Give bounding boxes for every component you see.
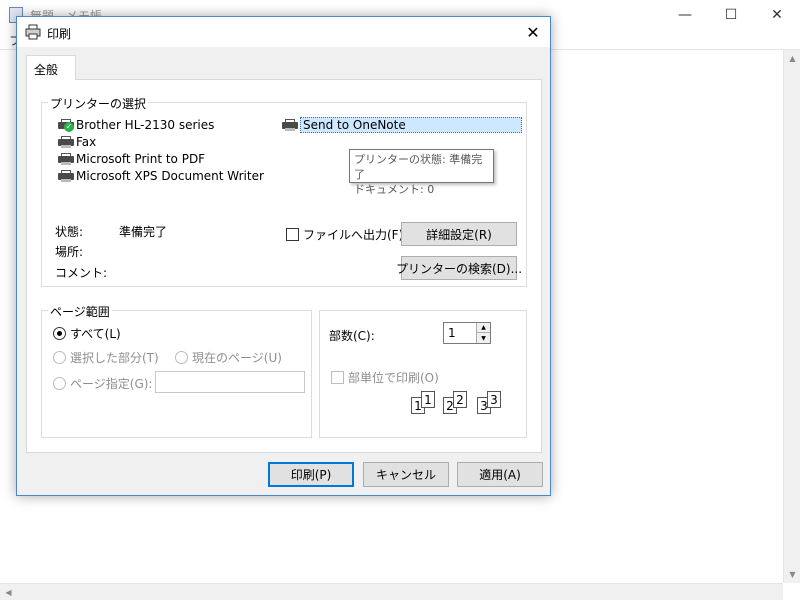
copies-label: 部数(C):	[329, 329, 375, 343]
horizontal-scrollbar[interactable]: ◀	[0, 583, 783, 600]
close-icon[interactable]: ✕	[754, 0, 800, 30]
printer-name: Brother HL-2130 series	[76, 118, 215, 132]
range-current-label: 現在のページ(U)	[192, 351, 282, 365]
minimize-icon[interactable]: —	[662, 0, 708, 30]
collate-checkbox[interactable]: 部単位で印刷(O)	[331, 369, 439, 386]
scroll-up-icon[interactable]: ▲	[784, 50, 800, 67]
printer-item-xps[interactable]: Microsoft XPS Document Writer	[58, 168, 264, 184]
close-icon[interactable]: ✕	[516, 17, 550, 47]
print-to-file-checkbox[interactable]: ファイルへ出力(F)	[286, 226, 403, 243]
radio-dot[interactable]	[175, 351, 188, 364]
printer-name: Send to OneNote	[300, 117, 522, 133]
page-icon: 2	[453, 391, 467, 408]
radio-dot[interactable]	[53, 377, 66, 390]
comment-label: コメント:	[55, 266, 108, 280]
scroll-down-icon[interactable]: ▼	[784, 566, 800, 583]
printer-name: Microsoft Print to PDF	[76, 152, 206, 166]
printer-item-brother[interactable]: ✓ Brother HL-2130 series	[58, 117, 214, 133]
range-selection-label: 選択した部分(T)	[70, 351, 159, 365]
printer-icon	[58, 153, 74, 165]
range-all-label: すべて(L)	[70, 327, 121, 341]
copies-value: 1	[448, 326, 456, 340]
printer-item-fax[interactable]: Fax	[58, 134, 96, 150]
printer-item-onenote[interactable]: Send to OneNote	[282, 117, 522, 133]
printer-icon	[58, 170, 74, 182]
fax-icon	[58, 136, 74, 148]
page-icon: 1	[421, 391, 435, 408]
range-selection-radio[interactable]: 選択した部分(T)	[53, 349, 159, 366]
printer-name: Fax	[76, 135, 97, 149]
tooltip-line: プリンターの状態: 準備完了	[354, 153, 483, 181]
tooltip-line: ドキュメント: 0	[354, 183, 435, 196]
scroll-left-icon[interactable]: ◀	[0, 584, 17, 601]
vertical-scrollbar[interactable]: ▲ ▼	[783, 50, 800, 583]
print-button[interactable]: 印刷(P)	[268, 462, 354, 487]
dialog-title: 印刷	[47, 27, 72, 41]
checkbox-box[interactable]	[286, 228, 299, 241]
print-dialog: 印刷 ✕ 全般 プリンターの選択 ✓ Brother HL-2130 serie…	[16, 16, 551, 496]
spin-down-icon[interactable]: ▼	[476, 333, 490, 343]
copies-spinner[interactable]: 1 ▲ ▼	[443, 322, 491, 344]
cancel-button[interactable]: キャンセル	[363, 462, 449, 487]
dialog-titlebar: 印刷 ✕	[17, 17, 550, 47]
spin-up-icon[interactable]: ▲	[476, 323, 490, 333]
page-range-input[interactable]	[155, 371, 305, 393]
preferences-button[interactable]: 詳細設定(R)	[401, 222, 517, 246]
printer-default-icon: ✓	[58, 119, 74, 132]
range-pages-radio[interactable]: ページ指定(G):	[53, 375, 152, 392]
collate-illustration: 1 1 2 2 3 3	[411, 391, 511, 419]
apply-button[interactable]: 適用(A)	[457, 462, 543, 487]
printer-icon	[282, 119, 298, 131]
maximize-icon[interactable]: ☐	[708, 0, 754, 30]
page-icon: 3	[487, 391, 501, 408]
range-pages-label: ページ指定(G):	[70, 377, 153, 391]
printer-name: Microsoft XPS Document Writer	[76, 169, 264, 183]
find-printer-button[interactable]: プリンターの検索(D)...	[396, 256, 522, 280]
printer-tooltip: プリンターの状態: 準備完了 ドキュメント: 0	[349, 149, 494, 196]
checkbox-box[interactable]	[331, 371, 344, 384]
range-current-radio[interactable]: 現在のページ(U)	[175, 349, 282, 366]
location-label: 場所:	[55, 245, 84, 259]
print-to-file-label: ファイルへ出力(F)	[303, 228, 404, 242]
printer-group-label: プリンターの選択	[48, 95, 149, 112]
status-label: 状態:	[55, 225, 84, 239]
status-value: 準備完了	[119, 225, 168, 239]
radio-dot[interactable]	[53, 327, 66, 340]
radio-dot[interactable]	[53, 351, 66, 364]
collate-label: 部単位で印刷(O)	[348, 371, 439, 385]
page-range-label: ページ範囲	[48, 303, 112, 320]
printer-icon	[25, 24, 41, 40]
range-all-radio[interactable]: すべて(L)	[53, 325, 121, 342]
tab-general[interactable]: 全般	[26, 55, 76, 80]
printer-item-pdf[interactable]: Microsoft Print to PDF	[58, 151, 205, 167]
